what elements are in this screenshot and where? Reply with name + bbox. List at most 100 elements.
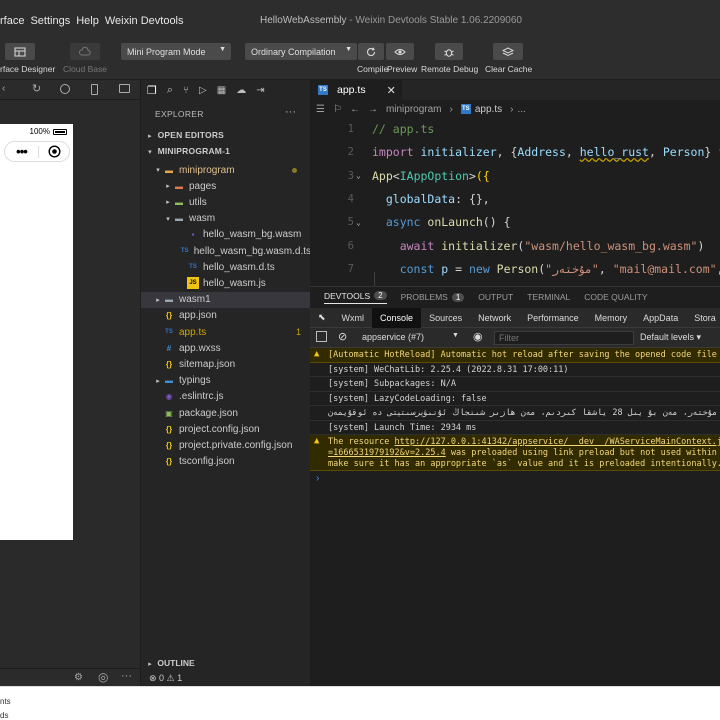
search-icon[interactable]: ⌕	[167, 84, 173, 97]
project-section[interactable]: ▾ MINIPROGRAM-1	[145, 146, 230, 156]
debug-icon[interactable]: ▷	[199, 85, 207, 96]
close-target-icon[interactable]	[39, 145, 69, 158]
source-control-icon[interactable]: ⑂	[183, 85, 189, 96]
resource-link[interactable]: =1666531979192&v=2.25.4	[328, 448, 446, 458]
tree-item[interactable]: ▾ ▬ wasm	[141, 211, 311, 227]
code-token: >	[468, 168, 476, 183]
remote-debug-button[interactable]	[435, 43, 463, 60]
panel-tab[interactable]: PROBLEMS 1	[401, 292, 465, 302]
tree-item[interactable]: TS app.ts 1	[141, 324, 311, 340]
breadcrumb-folder[interactable]: miniprogram	[386, 104, 442, 115]
fold-chevron-icon[interactable]: ⌄	[356, 171, 361, 180]
log-levels-select[interactable]: Default levels ▾	[640, 332, 701, 343]
problems-status[interactable]: ⊗ 0 ⚠ 1	[141, 670, 311, 686]
tree-item[interactable]: ▸ ▬ pages	[141, 178, 311, 194]
bookmark-icon[interactable]: ⚐	[333, 104, 342, 115]
tree-item[interactable]: {} sitemap.json	[141, 356, 311, 372]
breadcrumb-file[interactable]: app.ts	[475, 104, 502, 115]
tree-item[interactable]: TS hello_wasm.d.ts	[141, 259, 311, 275]
devtools-tab[interactable]: Network	[470, 308, 519, 328]
more-icon[interactable]: ···	[121, 670, 132, 682]
capsule-menu: •••	[4, 141, 70, 162]
extensions-icon[interactable]: ▦	[217, 85, 226, 96]
code-line[interactable]: 3 ⌄ App<IAppOption>({	[310, 165, 720, 187]
devtools-tab[interactable]: Performance	[519, 308, 587, 328]
panel-tab[interactable]: DEVTOOLS 2	[324, 291, 387, 304]
menu-item-help[interactable]: Help	[76, 15, 99, 31]
phone-screen[interactable]: 100% •••	[0, 124, 73, 540]
breadcrumb-more[interactable]: ...	[517, 104, 525, 115]
eye-icon[interactable]: ◎	[98, 670, 108, 684]
devtools-tab[interactable]: Stora	[686, 308, 720, 328]
console-prompt[interactable]: ›	[316, 473, 319, 484]
code-line[interactable]: 7 const p = new Person("مۇختەر", "mail@m…	[310, 258, 720, 280]
explorer-more-icon[interactable]: ···	[285, 106, 296, 118]
live-expression-eye-icon[interactable]: ◉	[473, 330, 483, 343]
tree-item[interactable]: {} project.private.config.json	[141, 437, 311, 453]
preview-button[interactable]	[386, 43, 414, 60]
mode-select[interactable]: Mini Program Mode ▼	[121, 43, 231, 60]
outline-section[interactable]: ▸ OUTLINE	[145, 658, 194, 668]
devtools-tab[interactable]: Sources	[421, 308, 470, 328]
tree-item[interactable]: {} project.config.json	[141, 421, 311, 437]
sidebar-toggle-icon[interactable]	[316, 331, 327, 342]
tree-item[interactable]: JS hello_wasm.js	[141, 275, 311, 291]
split-icon[interactable]: ⇥	[256, 85, 264, 96]
tree-item[interactable]: TS hello_wasm_bg.wasm.d.ts	[141, 243, 311, 259]
code-line[interactable]: 4 globalData: {},	[310, 188, 720, 210]
menu-item-interface[interactable]: rface	[0, 15, 24, 31]
clear-console-icon[interactable]: ⊘	[338, 330, 347, 343]
code-line[interactable]: 1 // app.ts	[310, 118, 720, 140]
back-arrow-icon[interactable]: ←	[350, 104, 360, 115]
tab-app-ts[interactable]: TS app.ts ✕	[310, 80, 402, 100]
panel-tab[interactable]: CODE QUALITY	[584, 292, 647, 302]
files-icon[interactable]: ❐	[147, 84, 157, 97]
devtools-tab[interactable]: Memory	[587, 308, 636, 328]
devtools-tab[interactable]: AppData	[635, 308, 686, 328]
code-line[interactable]: 5 ⌄ async onLaunch() {	[310, 211, 720, 233]
window-icon[interactable]	[119, 84, 130, 93]
cloud-base-button[interactable]	[70, 43, 100, 60]
devtools-tab[interactable]: Console	[372, 307, 422, 328]
tree-item[interactable]: ▸ ▬ utils	[141, 194, 311, 210]
menu-item-settings[interactable]: Settings	[30, 15, 70, 31]
tree-item[interactable]: ▾ ▬ miniprogram	[141, 162, 311, 178]
code-line[interactable]: 2 import initializer, {Address, hello_rus…	[310, 141, 720, 163]
record-icon[interactable]	[60, 84, 70, 94]
list-icon[interactable]: ☰	[316, 104, 325, 115]
interface-designer-button[interactable]	[5, 43, 35, 60]
panel-tab[interactable]: TERMINAL	[527, 292, 570, 302]
phone-icon[interactable]	[91, 84, 98, 95]
clear-cache-button[interactable]	[493, 43, 523, 60]
open-editors-section[interactable]: ▸ OPEN EDITORS	[145, 130, 224, 140]
tree-item[interactable]: {} tsconfig.json	[141, 454, 311, 470]
rotate-icon[interactable]: ↻	[32, 82, 41, 95]
tree-item[interactable]: {} app.json	[141, 308, 311, 324]
chevron-left-icon[interactable]: ‹	[2, 83, 5, 94]
code-text: async onLaunch() {	[372, 215, 511, 229]
resource-link[interactable]: http://127.0.0.1:41342/appservice/__dev_…	[395, 437, 720, 447]
close-icon[interactable]: ✕	[387, 84, 396, 97]
context-select[interactable]: appservice (#7)	[362, 332, 424, 342]
more-dots-icon[interactable]: •••	[5, 145, 38, 158]
tree-item[interactable]: ▸ ▬ wasm1	[141, 291, 311, 308]
code-token: =	[448, 261, 469, 276]
tree-item[interactable]: ▣ package.json	[141, 405, 311, 421]
compile-mode-select[interactable]: Ordinary Compilation ▼	[245, 43, 357, 60]
eslint-file-icon: ◉	[165, 392, 173, 402]
tree-item[interactable]: ▸ ▬ typings	[141, 373, 311, 389]
tree-item[interactable]: ◉ .eslintrc.js	[141, 389, 311, 405]
panel-tab[interactable]: OUTPUT	[478, 292, 513, 302]
devtools-tab[interactable]: Wxml	[334, 308, 373, 328]
tree-item[interactable]: ▪ hello_wasm_bg.wasm	[141, 227, 311, 243]
filter-input[interactable]	[494, 331, 634, 345]
tree-item[interactable]: # app.wxss	[141, 340, 311, 356]
settings-gear-icon[interactable]: ⚙	[74, 672, 83, 683]
fold-chevron-icon[interactable]: ⌄	[356, 218, 361, 227]
cloud-icon[interactable]: ☁	[236, 85, 246, 96]
forward-arrow-icon[interactable]: →	[368, 104, 378, 115]
inspect-icon[interactable]: ⬉	[310, 308, 334, 328]
menu-item-weixin-devtools[interactable]: Weixin Devtools	[105, 15, 184, 31]
compile-button[interactable]	[358, 43, 384, 60]
code-line[interactable]: 6 await initializer("wasm/hello_wasm_bg.…	[310, 235, 720, 257]
